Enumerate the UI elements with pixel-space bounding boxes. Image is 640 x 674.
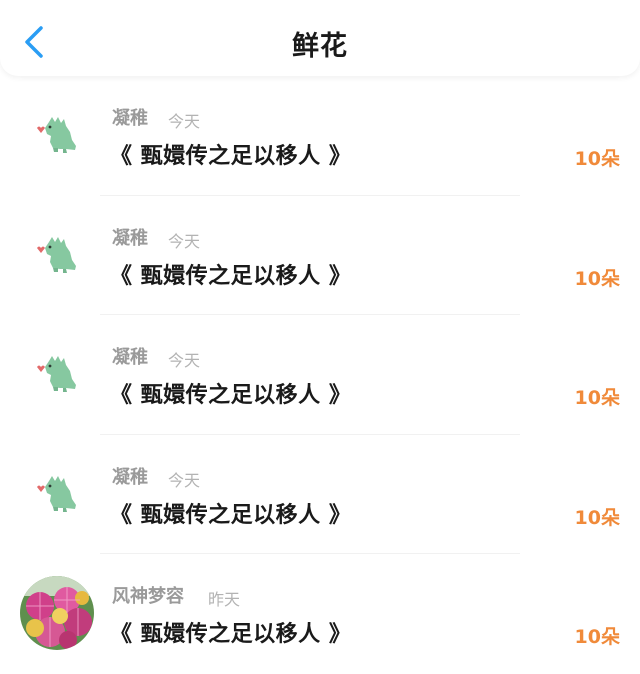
work-title[interactable]: 《 甄嬛传之足以移人 》 — [110, 377, 351, 409]
flower-count: 10朵 — [574, 148, 620, 170]
work-title[interactable]: 《 甄嬛传之足以移人 》 — [110, 258, 351, 290]
work-title[interactable]: 《 甄嬛传之足以移人 》 — [110, 616, 351, 648]
send-time: 今天 — [168, 231, 201, 251]
dinosaur-avatar[interactable] — [20, 217, 94, 292]
flower-gift-list: 凝稚 今天 《 甄嬛传之足以移人 》 10朵 凝稚 今天 《 甄嬛传之足以移人 … — [0, 76, 640, 674]
flower-count: 10朵 — [574, 506, 620, 529]
list-item[interactable]: 凝稚 今天 《 甄嬛传之足以移人 》 10朵 — [0, 435, 640, 554]
sender-name[interactable]: 风神梦容 — [112, 582, 184, 608]
flower-count: 10朵 — [574, 387, 620, 409]
list-item[interactable]: 凝稚 今天 《 甄嬛传之足以移人 》 10朵 — [0, 76, 640, 196]
page-title: 鲜花 — [292, 31, 348, 62]
dinosaur-avatar[interactable] — [20, 337, 94, 411]
list-item[interactable]: 凝稚 今天 《 甄嬛传之足以移人 》 10朵 — [0, 196, 640, 315]
send-time: 今天 — [168, 470, 201, 490]
dinosaur-avatar[interactable] — [20, 456, 94, 531]
sender-name[interactable]: 凝稚 — [112, 104, 148, 130]
dinosaur-avatar[interactable] — [20, 98, 94, 172]
sender-name[interactable]: 凝稚 — [112, 463, 148, 489]
send-time: 昨天 — [208, 590, 241, 609]
flower-count: 10朵 — [574, 626, 620, 648]
flower-photo-avatar[interactable] — [20, 576, 94, 650]
list-item[interactable]: 凝稚 今天 《 甄嬛传之足以移人 》 10朵 — [0, 315, 640, 435]
list-item[interactable]: 风神梦容 昨天 《 甄嬛传之足以移人 》 10朵 — [0, 554, 640, 674]
send-time: 今天 — [168, 112, 201, 131]
top-bar: 鲜花 — [0, 0, 640, 76]
flower-count: 10朵 — [574, 267, 620, 290]
work-title[interactable]: 《 甄嬛传之足以移人 》 — [110, 497, 351, 529]
sender-name[interactable]: 凝稚 — [112, 224, 148, 250]
send-time: 今天 — [168, 351, 201, 370]
sender-name[interactable]: 凝稚 — [112, 343, 148, 369]
work-title[interactable]: 《 甄嬛传之足以移人 》 — [110, 138, 351, 170]
